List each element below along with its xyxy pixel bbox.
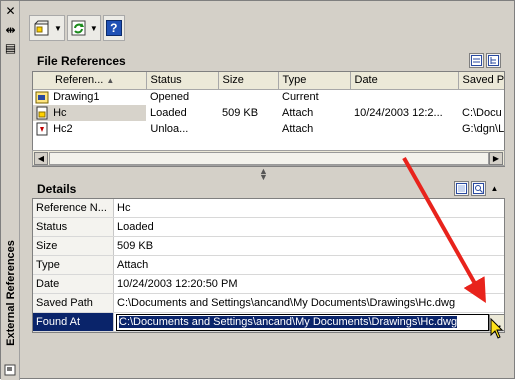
detail-value: Loaded [117, 221, 154, 233]
table-row[interactable]: Hc Loaded 509 KB Attach 10/24/2003 12:2.… [33, 105, 504, 121]
detail-row-size[interactable]: Size 509 KB [33, 237, 504, 256]
column-header-status[interactable]: Status [146, 72, 219, 90]
detail-value: C:\Documents and Settings\ancand\My Docu… [117, 297, 456, 309]
pane-splitter-icon[interactable]: ▲ ▼ [259, 167, 268, 182]
horizontal-scrollbar[interactable]: ◀ ▶ [32, 150, 505, 166]
tree-view-icon [488, 55, 499, 66]
detail-row-date[interactable]: Date 10/24/2003 12:20:50 PM [33, 275, 504, 294]
column-header-saved-path[interactable]: Saved Path [458, 72, 504, 90]
reference-status: Opened [150, 91, 190, 104]
reference-size: 509 KB [222, 107, 259, 119]
external-references-palette: ✕ ⇹ ▤ External References ▼ ▼ ? File Ref… [0, 0, 515, 380]
found-at-value[interactable]: C:\Documents and Settings\ancand\My Docu… [119, 316, 458, 328]
reference-name: Hc2 [53, 122, 73, 135]
reference-status: Unloa... [150, 123, 189, 135]
reference-date [350, 121, 458, 137]
detail-row-found-at[interactable]: Found At C:\Documents and Settings\ancan… [33, 313, 505, 332]
detail-label: Type [33, 256, 114, 274]
refresh-icon [71, 20, 86, 36]
help-icon: ? [105, 20, 122, 36]
refresh-button[interactable]: ▼ [66, 15, 101, 41]
attach-dwg-button[interactable]: ▼ [29, 15, 65, 41]
chevron-down-icon[interactable]: ▼ [54, 24, 62, 33]
reference-date: 10/24/2003 12:2... [354, 107, 443, 119]
detail-label: Saved Path [33, 294, 114, 312]
reference-saved-path: C:\Docu [462, 107, 502, 119]
preview-view-button[interactable] [471, 181, 486, 196]
help-button[interactable]: ? [102, 15, 125, 41]
reference-type: Attach [282, 123, 314, 135]
reference-type: Current [282, 91, 319, 104]
current-drawing-icon [35, 91, 49, 104]
scroll-right-icon[interactable]: ▶ [489, 152, 503, 165]
details-view-icon [456, 183, 467, 194]
palette-title-bar[interactable]: ✕ ⇹ ▤ External References [1, 1, 20, 380]
reference-name: Drawing1 [53, 91, 100, 104]
list-view-button[interactable] [469, 53, 484, 68]
column-header-date[interactable]: Date [350, 72, 459, 90]
attach-dwg-icon [34, 20, 49, 36]
detail-label: Found At [33, 313, 114, 331]
auto-hide-icon[interactable]: ⇹ [4, 23, 17, 37]
close-icon[interactable]: ✕ [4, 4, 17, 18]
detail-row-type[interactable]: Type Attach [33, 256, 504, 275]
details-title: Details [37, 182, 77, 196]
reference-saved-path: G:\dgn\L [462, 123, 505, 135]
palette-corner-icon [4, 364, 16, 376]
found-at-field[interactable]: C:\Documents and Settings\ancand\My Docu… [116, 314, 489, 331]
table-row[interactable]: Drawing1 Opened Current [33, 89, 504, 105]
detail-row-status[interactable]: Status Loaded [33, 218, 504, 237]
reference-status: Loaded [150, 107, 187, 119]
detail-row-reference-name[interactable]: Reference N... Hc [33, 199, 504, 218]
sort-ascending-icon: ▲ [106, 76, 115, 86]
details-property-grid: Reference N... Hc Status Loaded Size 509… [32, 198, 505, 333]
reference-size [218, 89, 278, 105]
chevron-down-icon[interactable]: ▼ [90, 24, 98, 33]
reference-status-cell: ↵Unloa... [146, 121, 218, 137]
scroll-thumb[interactable] [49, 152, 489, 165]
collapse-icon[interactable]: ▲ [488, 181, 501, 196]
detail-value: 10/24/2003 12:20:50 PM [117, 278, 238, 290]
dwg-reference-icon [36, 106, 48, 120]
reference-name: Hc [53, 106, 67, 119]
detail-label: Size [33, 237, 114, 255]
xref-toolbar: ▼ ▼ ? [29, 14, 125, 42]
details-view-button[interactable] [454, 181, 469, 196]
browse-button[interactable]: ... [489, 314, 505, 331]
detail-label: Date [33, 275, 114, 293]
detail-value: 509 KB [117, 240, 154, 252]
reference-type: Attach [282, 107, 314, 119]
palette-title: External References [4, 240, 17, 346]
detail-value: Hc [117, 202, 131, 214]
table-row[interactable]: Hc2 ↵Unloa... Attach G:\dgn\L [33, 121, 505, 137]
properties-icon[interactable]: ▤ [4, 41, 17, 55]
tree-view-button[interactable] [486, 53, 501, 68]
scroll-left-icon[interactable]: ◀ [34, 152, 48, 165]
detail-label: Reference N... [33, 199, 114, 217]
column-header-reference-name[interactable]: Referen... ▲ [33, 72, 147, 90]
reference-date [350, 89, 458, 105]
detail-row-saved-path[interactable]: Saved Path C:\Documents and Settings\anc… [33, 294, 504, 313]
detail-value: Attach [117, 259, 149, 271]
list-view-icon [471, 55, 482, 66]
column-header-size[interactable]: Size [218, 72, 279, 90]
detail-label: Status [33, 218, 114, 236]
column-header-type[interactable]: Type [278, 72, 351, 90]
reference-saved-path [458, 89, 504, 105]
preview-icon [473, 183, 484, 194]
unloaded-reference-icon [36, 122, 48, 136]
details-header: Details ▲ [32, 180, 505, 198]
file-references-title: File References [37, 54, 126, 68]
file-references-header: File References [32, 52, 505, 70]
column-headers: Referen... ▲ Status Size Type Date Saved… [33, 72, 504, 90]
reference-size [218, 121, 278, 137]
